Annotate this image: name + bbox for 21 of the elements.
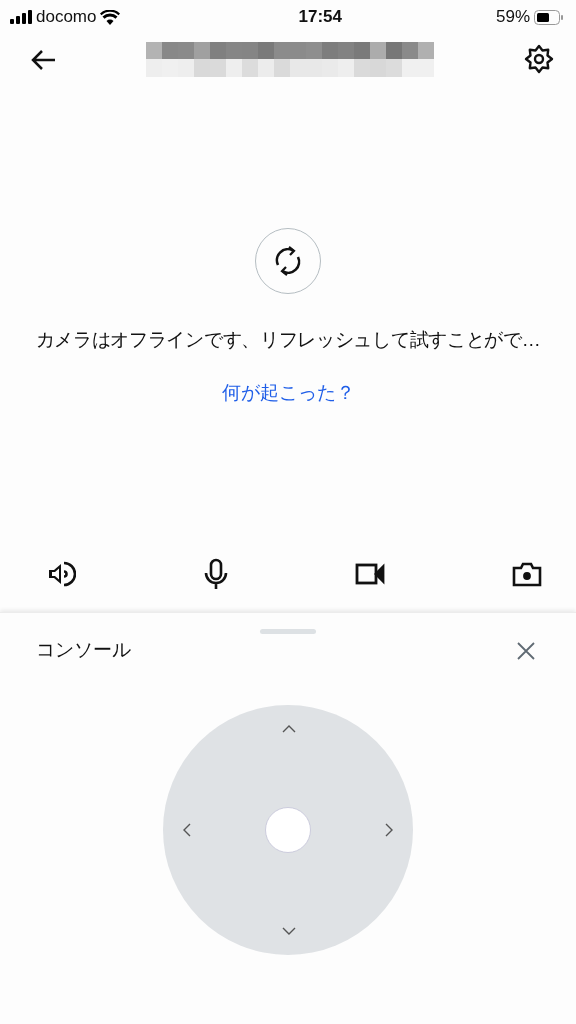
back-button[interactable] [30, 47, 56, 71]
video-camera-button[interactable] [355, 561, 386, 587]
down-button[interactable] [282, 926, 296, 935]
signal-icon [10, 10, 32, 24]
microphone-button[interactable] [202, 558, 229, 590]
wifi-icon [100, 9, 121, 25]
offline-message: カメラはオフラインです、リフレッシュして試すことがで… [35, 328, 541, 352]
left-button[interactable] [183, 822, 191, 837]
drag-handle[interactable] [260, 629, 316, 634]
camera-button[interactable] [511, 561, 542, 587]
up-button[interactable] [282, 724, 296, 733]
clock: 17:54 [298, 6, 342, 29]
battery-percent: 59% [495, 6, 530, 29]
right-button[interactable] [385, 822, 393, 837]
console-title: コンソール [36, 638, 131, 662]
settings-button[interactable] [524, 44, 554, 74]
help-link[interactable]: 何が起こった？ [221, 378, 355, 407]
speaker-button[interactable] [46, 559, 76, 589]
battery-icon [534, 9, 564, 25]
refresh-icon [273, 245, 303, 277]
carrier-name: docomo [36, 6, 97, 29]
